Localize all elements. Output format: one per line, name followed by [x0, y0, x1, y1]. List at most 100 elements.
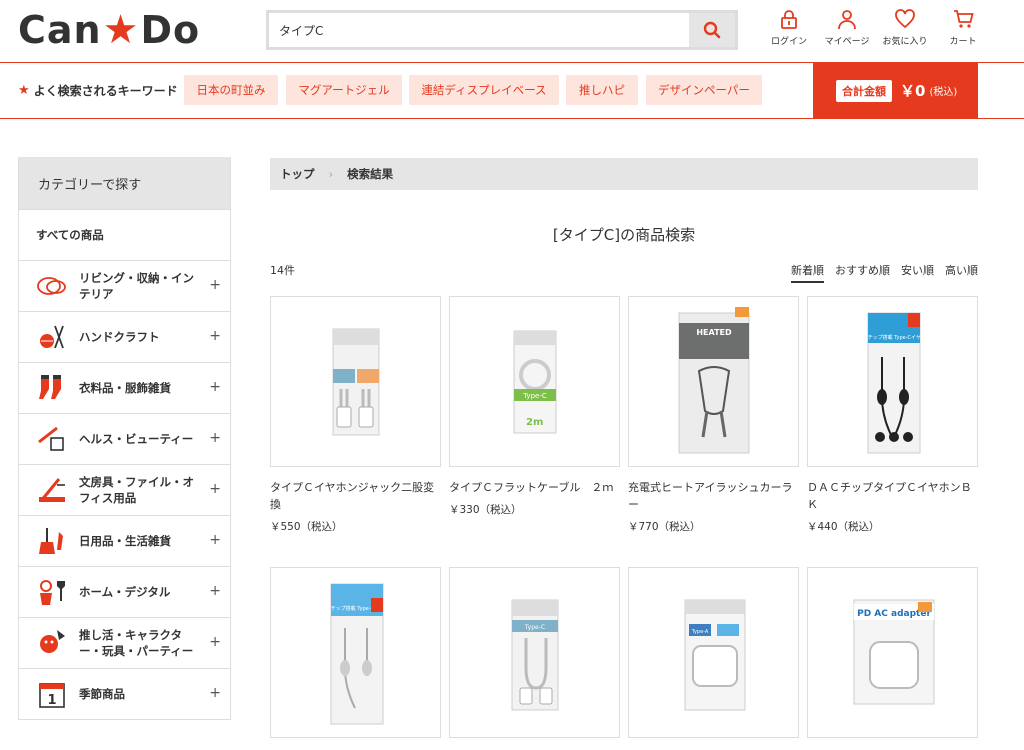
product-image[interactable]: PD AC adapter: [807, 567, 978, 738]
search-input[interactable]: [269, 13, 689, 47]
keyword-chip[interactable]: 日本の町並み: [184, 75, 278, 105]
sort-options: 新着順 おすすめ順 安い順 高い順: [791, 262, 978, 283]
product-card[interactable]: HEATED 充電式ヒートアイラッシュカーラー ￥770（税込）: [628, 296, 799, 534]
product-name[interactable]: タイプＣフラットケーブル ２ｍ: [449, 479, 620, 496]
living-icon: [35, 269, 69, 303]
plus-icon[interactable]: +: [209, 634, 221, 650]
sidebar-item-home[interactable]: ホーム・デジタル +: [19, 566, 230, 617]
product-image[interactable]: Type-A: [628, 567, 799, 738]
sort-recommended[interactable]: おすすめ順: [835, 262, 890, 283]
category-sidebar: カテゴリーで探す すべての商品 リビング・収納・インテリア + ハンドクラフト …: [18, 157, 231, 720]
logo[interactable]: Can ★ Do: [18, 7, 201, 53]
keyword-chip[interactable]: マグアートジェル: [286, 75, 402, 105]
package-label: Type-A: [691, 629, 709, 635]
sidebar-item-living[interactable]: リビング・収納・インテリア +: [19, 260, 230, 311]
mypage-link[interactable]: マイページ: [818, 8, 876, 47]
craft-icon: [35, 320, 69, 354]
sort-expensive[interactable]: 高い順: [945, 262, 978, 283]
product-name[interactable]: ＤＡＣチップタイプＣイヤホンＢＫ: [807, 479, 978, 513]
product-card[interactable]: Type-A: [628, 567, 799, 750]
product-card[interactable]: PD AC adapter: [807, 567, 978, 750]
cart-total[interactable]: 合計金額 ￥0 (税込): [813, 63, 978, 118]
product-price: ￥330（税込）: [449, 504, 522, 516]
sidebar-item-label: 季節商品: [79, 687, 125, 701]
logo-can: Can: [18, 8, 102, 52]
plus-icon[interactable]: +: [209, 379, 221, 395]
cart-icon: [954, 10, 974, 28]
sort-cheapest[interactable]: 安い順: [901, 262, 934, 283]
sidebar-item-clothing[interactable]: 衣料品・服飾雑貨 +: [19, 362, 230, 413]
cart-link[interactable]: カート: [934, 8, 992, 47]
package-label: Type-C: [522, 392, 547, 400]
product-price: ￥440（税込）: [807, 521, 880, 533]
sidebar-item-seasonal[interactable]: 1 季節商品 +: [19, 668, 230, 719]
product-card[interactable]: Type-C 2m タイプＣフラットケーブル ２ｍ ￥330（税込）: [449, 296, 620, 517]
plus-icon[interactable]: +: [209, 685, 221, 701]
product-card[interactable]: タイプＣイヤホンジャック二股変換 ￥550（税込）: [270, 296, 441, 534]
sidebar-item-daily[interactable]: 日用品・生活雑貨 +: [19, 515, 230, 566]
product-name[interactable]: 充電式ヒートアイラッシュカーラー: [628, 479, 799, 513]
total-amount: ￥0: [900, 82, 926, 100]
login-link[interactable]: ログイン: [760, 8, 818, 47]
sort-newest[interactable]: 新着順: [791, 262, 824, 283]
plus-icon[interactable]: +: [209, 481, 221, 497]
keyword-chip[interactable]: デザインペーパー: [646, 75, 762, 105]
star-icon: ★: [102, 7, 140, 53]
plus-icon[interactable]: +: [209, 583, 221, 599]
heart-icon: [895, 9, 915, 29]
package-label: DACチップ搭載 Type-Cイヤホン: [857, 334, 931, 341]
sidebar-item-beauty[interactable]: ヘルス・ビューティー +: [19, 413, 230, 464]
plus-icon[interactable]: +: [209, 532, 221, 548]
package-label: Type-C: [524, 624, 545, 631]
svg-text:2m: 2m: [526, 417, 543, 428]
search-button[interactable]: [689, 13, 735, 47]
party-icon: [35, 626, 69, 660]
login-label: ログイン: [770, 37, 807, 47]
chevron-right-icon: ›: [328, 167, 334, 181]
sidebar-item-label: リビング・収納・インテリア: [79, 271, 194, 301]
product-card[interactable]: DACチップ搭載 Type-Cイヤホン: [270, 567, 441, 750]
sidebar-item-all[interactable]: すべての商品: [19, 209, 230, 260]
search-box: [266, 10, 738, 50]
total-label: 合計金額: [836, 79, 892, 102]
page-title: [タイプC]の商品検索: [552, 226, 696, 244]
keyword-title: ★ よく検索されるキーワード: [18, 82, 178, 99]
product-image[interactable]: Type-C 2m: [449, 296, 620, 467]
calendar-icon: 1: [35, 677, 69, 711]
sidebar-item-label: 文房具・ファイル・オフィス用品: [79, 475, 194, 505]
result-count: 14件: [270, 264, 295, 277]
plus-icon[interactable]: +: [209, 328, 221, 344]
favorites-link[interactable]: お気に入り: [876, 8, 934, 47]
product-price: ￥770（税込）: [628, 521, 701, 533]
socks-icon: [35, 371, 69, 405]
sidebar-item-party[interactable]: 推し活・キャラクター・玩具・パーティー +: [19, 617, 230, 668]
product-card[interactable]: Type-C: [449, 567, 620, 750]
product-image[interactable]: Type-C: [449, 567, 620, 738]
mypage-label: マイページ: [824, 37, 870, 47]
search-icon: [703, 21, 721, 39]
sidebar-title: カテゴリーで探す: [19, 157, 230, 209]
keyword-chip[interactable]: 推しハピ: [566, 75, 638, 105]
person-icon: [838, 10, 856, 30]
stationery-icon: [35, 473, 69, 507]
product-image[interactable]: DACチップ搭載 Type-Cイヤホン: [807, 296, 978, 467]
site-header: Can★Do ログイン マイページ お気に入り カート: [0, 0, 1024, 62]
product-image[interactable]: [270, 296, 441, 467]
star-icon: ★: [18, 83, 30, 98]
sidebar-item-craft[interactable]: ハンドクラフト +: [19, 311, 230, 362]
breadcrumb: トップ › 検索結果: [270, 158, 978, 190]
package-label: HEATED: [696, 328, 732, 337]
sidebar-item-stationery[interactable]: 文房具・ファイル・オフィス用品 +: [19, 464, 230, 515]
logo-do: Do: [140, 8, 201, 52]
product-card[interactable]: DACチップ搭載 Type-Cイヤホン ＤＡＣチップタイプＣイヤホンＢＫ ￥44…: [807, 296, 978, 534]
plus-icon[interactable]: +: [209, 277, 221, 293]
product-image[interactable]: DACチップ搭載 Type-Cイヤホン: [270, 567, 441, 738]
breadcrumb-home[interactable]: トップ: [280, 166, 315, 182]
calendar-day: 1: [47, 693, 56, 708]
beauty-icon: [35, 422, 69, 456]
sidebar-item-label: ヘルス・ビューティー: [79, 432, 194, 446]
product-image[interactable]: HEATED: [628, 296, 799, 467]
plus-icon[interactable]: +: [209, 430, 221, 446]
product-name[interactable]: タイプＣイヤホンジャック二股変換: [270, 479, 441, 513]
keyword-chip[interactable]: 連結ディスプレイベース: [409, 75, 559, 105]
